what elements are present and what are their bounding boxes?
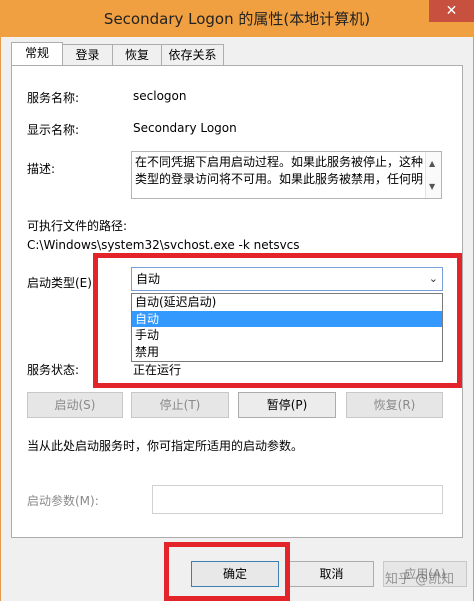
- tab-general[interactable]: 常规: [11, 42, 63, 65]
- ok-button[interactable]: 确定: [191, 561, 279, 587]
- startup-type-select[interactable]: 自动 ⌄: [131, 267, 443, 291]
- startup-params-input[interactable]: [152, 485, 443, 514]
- path-value: C:\Windows\system32\svchost.exe -k netsv…: [27, 238, 300, 252]
- cancel-button[interactable]: 取消: [289, 561, 374, 587]
- startup-type-label: 启动类型(E):: [27, 276, 96, 290]
- startup-type-value: 自动: [136, 272, 161, 286]
- startup-params-label: 启动参数(M):: [27, 494, 99, 508]
- option-auto-delayed[interactable]: 自动(延迟启动): [132, 294, 442, 311]
- title-bar: Secondary Logon 的属性(本地计算机) ✕: [0, 0, 474, 38]
- resume-button[interactable]: 恢复(R): [346, 392, 443, 418]
- scroll-down-icon[interactable]: ▼: [429, 178, 435, 195]
- display-name-value: Secondary Logon: [133, 121, 237, 135]
- option-disabled[interactable]: 禁用: [132, 344, 442, 361]
- service-name-value: seclogon: [133, 89, 187, 103]
- description-box[interactable]: 在不同凭据下启用启动过程。如果此服务被停止，这种类型的登录访问将不可用。如果此服…: [131, 151, 442, 199]
- close-button[interactable]: ✕: [429, 0, 474, 22]
- status-value: 正在运行: [133, 363, 182, 377]
- stop-button[interactable]: 停止(T): [131, 392, 229, 418]
- option-auto[interactable]: 自动: [132, 310, 442, 327]
- window-title: Secondary Logon 的属性(本地计算机): [103, 10, 371, 28]
- tab-dependencies[interactable]: 依存关系: [161, 44, 224, 65]
- watermark: 知乎 @凯知: [385, 572, 455, 587]
- option-manual[interactable]: 手动: [132, 327, 442, 344]
- pause-button[interactable]: 暂停(P): [238, 392, 336, 418]
- display-name-label: 显示名称:: [27, 123, 80, 137]
- start-button[interactable]: 启动(S): [27, 392, 123, 418]
- scroll-up-icon[interactable]: ▲: [429, 155, 435, 172]
- description-text: 在不同凭据下启用启动过程。如果此服务被停止，这种类型的登录访问将不可用。如果此服…: [135, 155, 424, 186]
- startup-type-dropdown: 自动(延迟启动) 自动 手动 禁用: [131, 293, 443, 362]
- tab-logon[interactable]: 登录: [62, 44, 113, 65]
- tab-recovery[interactable]: 恢复: [112, 44, 162, 65]
- startup-params-hint: 当从此处启动服务时，你可指定所适用的启动参数。: [27, 439, 304, 453]
- chevron-down-icon[interactable]: ⌄: [429, 268, 438, 290]
- description-label: 描述:: [27, 162, 56, 176]
- description-scrollbar[interactable]: ▲ ▼: [425, 152, 441, 198]
- status-label: 服务状态:: [27, 363, 80, 377]
- path-label: 可执行文件的路径:: [27, 219, 128, 233]
- service-name-label: 服务名称:: [27, 91, 80, 105]
